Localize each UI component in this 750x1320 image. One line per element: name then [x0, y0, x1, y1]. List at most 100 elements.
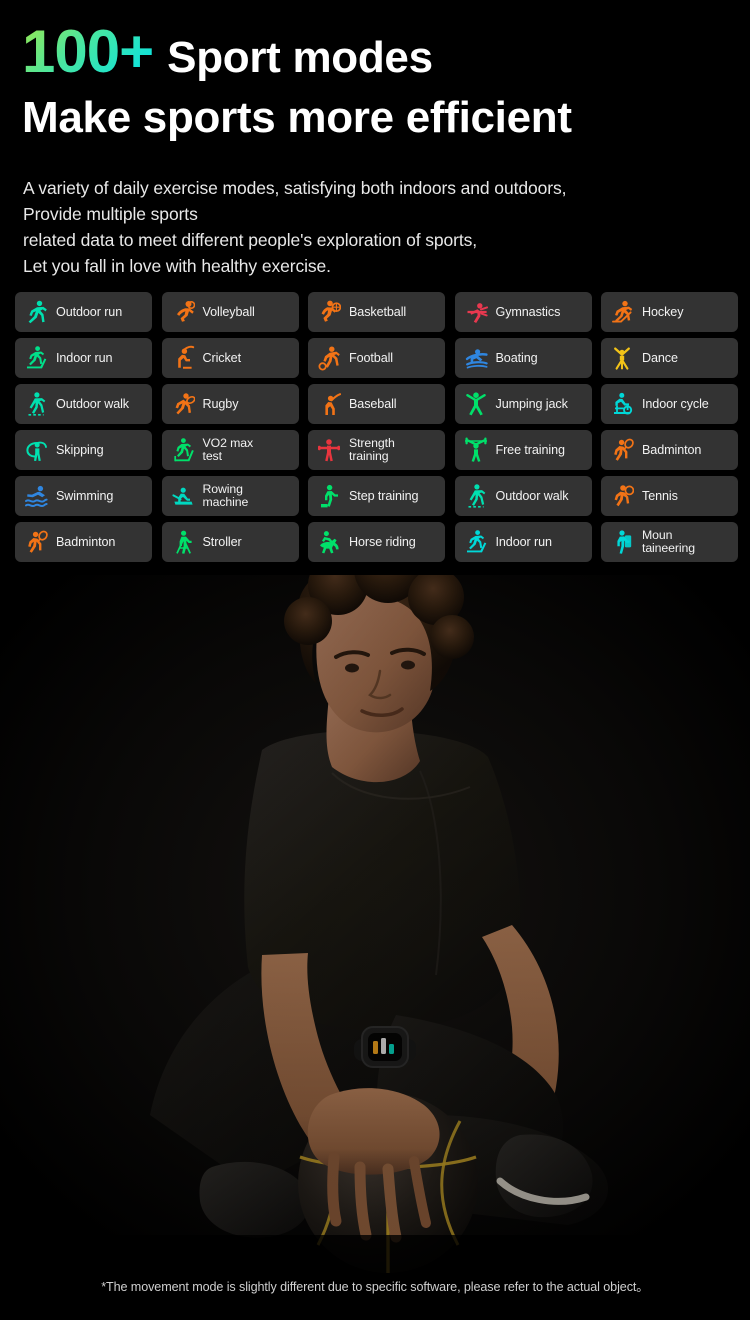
sport-mode-label: VO2 max test: [202, 435, 254, 463]
sport-mode-card-hockey[interactable]: Hockey: [601, 292, 738, 332]
sport-modes-promo-page: 100+ Sport modes Make sports more effici…: [0, 0, 750, 1320]
vo2-treadmill-icon: [171, 437, 195, 463]
sport-mode-card-cricket[interactable]: Cricket: [161, 338, 299, 378]
walking-icon: [464, 483, 488, 509]
description-block: A variety of daily exercise modes, satis…: [23, 175, 738, 279]
sport-mode-label: Strength training: [349, 435, 395, 463]
sport-mode-card-football[interactable]: Football: [308, 338, 445, 378]
sport-mode-label: Stroller: [202, 535, 242, 549]
footer-disclaimer: *The movement mode is slightly different…: [101, 1280, 649, 1294]
sport-mode-label: Indoor run: [495, 535, 553, 549]
sport-mode-label: Rugby: [202, 397, 239, 411]
sport-mode-label: Free training: [495, 443, 566, 457]
equestrian-icon: [317, 529, 341, 555]
sport-mode-label: Indoor cycle: [642, 397, 709, 411]
sport-mode-label: Tennis: [642, 489, 678, 503]
sport-mode-label: Boating: [495, 351, 538, 365]
page-title: Sport modes: [167, 33, 433, 82]
sport-mode-card-outdoor-walk[interactable]: Outdoor walk: [454, 476, 592, 516]
sport-mode-card-boating[interactable]: Boating: [454, 338, 592, 378]
sport-mode-card-step-training[interactable]: Step training: [308, 476, 445, 516]
baseball-icon: [317, 391, 341, 417]
hiking-pole-icon: [171, 529, 195, 555]
badminton-icon: [24, 529, 48, 555]
sport-mode-card-dance[interactable]: Dance: [601, 338, 738, 378]
sport-mode-label: Volleyball: [202, 305, 255, 319]
sport-modes-grid: Outdoor run Volleyball Basketball Gymnastic…: [15, 292, 738, 562]
sport-mode-card-indoor-cycle[interactable]: Indoor cycle: [601, 384, 738, 424]
treadmill-icon: [24, 345, 48, 371]
sport-mode-card-skipping[interactable]: Skipping: [15, 430, 152, 470]
sport-mode-label: Dance: [642, 351, 678, 365]
headline-block: 100+ Sport modes Make sports more effici…: [22, 22, 742, 140]
sport-mode-card-badminton[interactable]: Badminton: [15, 522, 152, 562]
sport-mode-card-jumping-jack[interactable]: Jumping jack: [454, 384, 592, 424]
sport-mode-label: Swimming: [56, 489, 114, 503]
sport-mode-card-baseball[interactable]: Baseball: [308, 384, 445, 424]
sport-mode-card-outdoor-run[interactable]: Outdoor run: [15, 292, 152, 332]
kayak-icon: [464, 345, 488, 371]
sport-mode-card-horse-riding[interactable]: Horse riding: [308, 522, 445, 562]
sport-mode-label: Baseball: [349, 397, 397, 411]
sport-mode-label: Cricket: [202, 351, 242, 365]
description-line-1: A variety of daily exercise modes, satis…: [23, 178, 567, 198]
sport-mode-label: Jumping jack: [495, 397, 568, 411]
sport-mode-card-gymnastics[interactable]: Gymnastics: [454, 292, 592, 332]
page-subtitle: Make sports more efficient: [22, 93, 572, 142]
headline-row-primary: 100+ Sport modes: [22, 22, 742, 82]
mountaineering-icon: [610, 529, 634, 555]
sport-mode-card-outdoor-walk[interactable]: Outdoor walk: [15, 384, 152, 424]
tennis-icon: [610, 483, 634, 509]
running-icon: [24, 299, 48, 325]
strength-icon: [317, 437, 341, 463]
sport-mode-card-stroller[interactable]: Stroller: [161, 522, 299, 562]
sport-mode-label: Horse riding: [349, 535, 416, 549]
sport-mode-label: Outdoor run: [56, 305, 123, 319]
sport-mode-card-badminton[interactable]: Badminton: [601, 430, 738, 470]
step-icon: [317, 483, 341, 509]
treadmill-icon: [464, 529, 488, 555]
sport-mode-label: Step training: [349, 489, 419, 503]
barbell-icon: [464, 437, 488, 463]
sport-mode-card-strength-training[interactable]: Strength training: [308, 430, 445, 470]
sport-mode-count: 100+: [22, 18, 154, 85]
rugby-icon: [171, 391, 195, 417]
cricket-icon: [171, 345, 195, 371]
description-line-3: related data to meet different people's …: [23, 230, 478, 250]
volleyball-icon: [171, 299, 195, 325]
sport-mode-label: Outdoor walk: [56, 397, 129, 411]
jump-rope-icon: [24, 437, 48, 463]
spin-bike-icon: [610, 391, 634, 417]
sport-mode-card-indoor-run[interactable]: Indoor run: [15, 338, 152, 378]
walking-icon: [24, 391, 48, 417]
rowing-machine-icon: [171, 483, 195, 509]
sport-mode-label: Gymnastics: [495, 305, 561, 319]
sport-mode-card-moun-taineering[interactable]: Moun taineering: [601, 522, 738, 562]
badminton-icon: [610, 437, 634, 463]
sport-mode-label: Rowing machine: [202, 481, 249, 509]
sport-mode-label: Basketball: [349, 305, 407, 319]
sport-mode-label: Badminton: [56, 535, 116, 549]
sport-mode-card-indoor-run[interactable]: Indoor run: [454, 522, 592, 562]
sport-mode-label: Hockey: [642, 305, 684, 319]
description-line-4: Let you fall in love with healthy exerci…: [23, 256, 331, 276]
sport-mode-card-swimming[interactable]: Swimming: [15, 476, 152, 516]
sport-mode-label: Outdoor walk: [495, 489, 569, 503]
sport-mode-card-basketball[interactable]: Basketball: [308, 292, 445, 332]
sport-mode-card-free-training[interactable]: Free training: [454, 430, 592, 470]
gymnastics-icon: [464, 299, 488, 325]
sport-mode-label: Moun taineering: [642, 527, 696, 555]
sport-mode-label: Football: [349, 351, 394, 365]
photo-illustration: [0, 575, 750, 1275]
football-icon: [317, 345, 341, 371]
sport-mode-card-rugby[interactable]: Rugby: [161, 384, 299, 424]
swimming-icon: [24, 483, 48, 509]
dance-icon: [610, 345, 634, 371]
basketball-icon: [317, 299, 341, 325]
sport-mode-card-tennis[interactable]: Tennis: [601, 476, 738, 516]
sport-mode-card-rowing-machine[interactable]: Rowing machine: [161, 476, 299, 516]
sport-mode-card-vo2-max-test[interactable]: VO2 max test: [161, 430, 299, 470]
sport-mode-label: Badminton: [642, 443, 702, 457]
sport-mode-card-volleyball[interactable]: Volleyball: [161, 292, 299, 332]
sport-mode-label: Skipping: [56, 443, 104, 457]
